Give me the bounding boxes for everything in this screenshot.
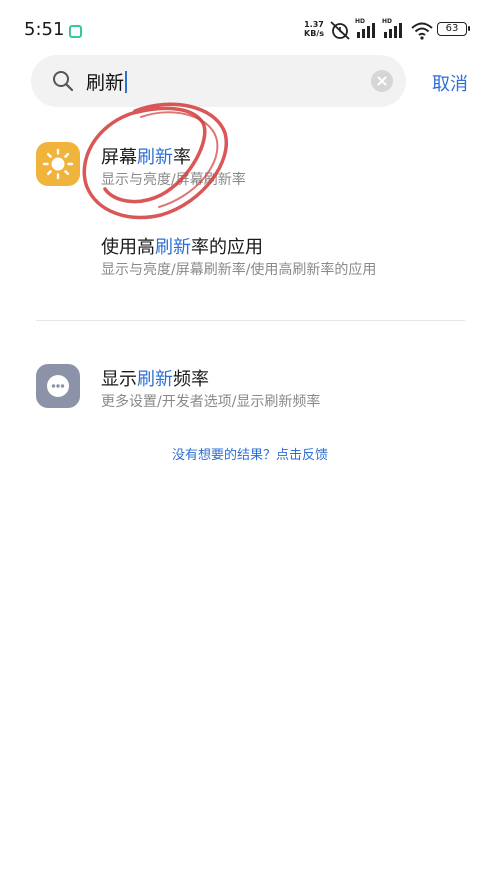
result-title: 显示刷新频率 [101,369,209,390]
result-title: 使用高刷新率的应用 [101,237,263,258]
result-path: 显示与亮度/屏幕刷新率 [101,172,246,188]
search-input[interactable]: 刷新 [86,68,128,95]
signal-2: HD [382,18,406,40]
search-icon [53,71,74,92]
alarm-off-icon [330,21,350,40]
search-bar[interactable]: 刷新 [31,55,406,107]
more-icon [47,375,69,397]
status-bar: 5:51 1.37 KB/s HD HD 63 [0,0,500,52]
signal-icon [357,23,375,38]
notification-icon [69,25,82,38]
text-cursor [125,71,128,93]
result-title: 屏幕刷新率 [101,147,191,168]
signal-1: HD [355,18,379,40]
search-query: 刷新 [86,72,125,94]
feedback-link[interactable]: 没有想要的结果？点击反馈 [0,444,500,463]
network-speed: 1.37 KB/s [304,20,324,38]
result-path: 更多设置/开发者选项/显示刷新频率 [101,394,321,410]
wifi-icon [411,22,433,40]
clear-search-button[interactable] [371,70,393,92]
close-icon [377,76,387,86]
brightness-icon [42,148,74,180]
search-result-show-refresh-frequency[interactable]: 显示刷新频率 更多设置/开发者选项/显示刷新频率 [0,352,500,432]
result-path: 显示与亮度/屏幕刷新率/使用高刷新率的应用 [101,262,377,278]
section-divider [36,320,465,321]
signal-icon [384,23,402,38]
cancel-button[interactable]: 取消 [432,70,468,96]
status-time: 5:51 [24,19,65,40]
more-settings-app-icon [36,364,80,408]
search-result-screen-refresh-rate[interactable]: 屏幕刷新率 显示与亮度/屏幕刷新率 [0,130,500,210]
search-result-high-refresh-apps[interactable]: 使用高刷新率的应用 显示与亮度/屏幕刷新率/使用高刷新率的应用 [0,220,500,290]
battery-icon: 63 [437,22,470,36]
brightness-app-icon [36,142,80,186]
